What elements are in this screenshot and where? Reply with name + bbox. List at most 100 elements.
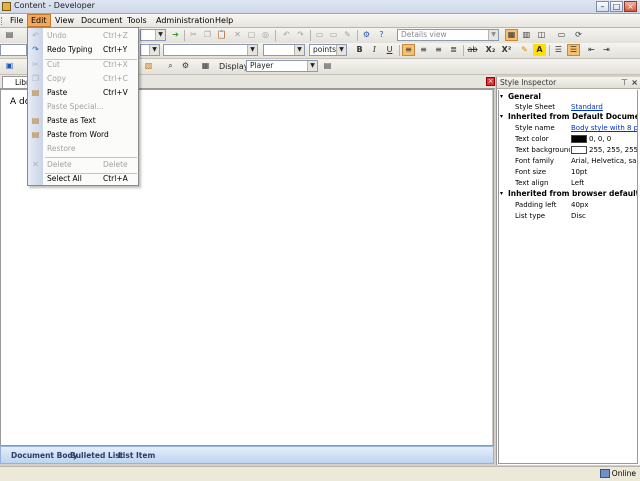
go-icon[interactable]: ➔ bbox=[169, 29, 182, 41]
insert-col-icon[interactable]: ▭ bbox=[327, 29, 340, 41]
help-icon[interactable]: ? bbox=[375, 29, 388, 41]
size-unit-combo[interactable]: points ▼ bbox=[309, 44, 347, 56]
block-combo[interactable]: ▼ bbox=[140, 44, 160, 56]
style-name-link[interactable]: Body style with 8 pixel margin bbox=[571, 123, 637, 134]
app-icon bbox=[2, 2, 11, 11]
superscript-icon[interactable]: X² bbox=[500, 44, 513, 56]
pin-icon[interactable]: ⊤ bbox=[621, 77, 628, 89]
status-bar: Online bbox=[0, 466, 640, 481]
insert-row-icon[interactable]: ▭ bbox=[313, 29, 326, 41]
collapse-icon[interactable]: ▾ bbox=[500, 112, 503, 122]
menu-bar: File Edit View Document Tools Administra… bbox=[0, 14, 640, 28]
prop-font-family: Font family Arial, Helvetica, sans-serif bbox=[515, 157, 637, 165]
window-title: Content - Developer bbox=[14, 1, 95, 10]
font-combo[interactable]: ▼ bbox=[163, 44, 258, 56]
cut-icon[interactable]: ✂ bbox=[187, 29, 200, 41]
menu-paste[interactable]: ▤ Paste Ctrl+V bbox=[28, 86, 138, 100]
paste-icon[interactable]: 📋 bbox=[215, 29, 228, 41]
indent-icon[interactable]: ⇥ bbox=[600, 44, 613, 56]
menu-paste-as-text[interactable]: ▤ Paste as Text bbox=[28, 114, 138, 128]
layout-full-icon[interactable]: ▦ bbox=[505, 29, 518, 41]
toolbar-combo-hidden[interactable]: ▼ bbox=[140, 29, 166, 41]
menu-administration[interactable]: Administration bbox=[153, 14, 218, 27]
align-right-icon[interactable]: ≡ bbox=[432, 44, 445, 56]
redo-icon[interactable]: ↷ bbox=[294, 29, 307, 41]
menu-copy[interactable]: ❐ Copy Ctrl+C bbox=[28, 72, 138, 86]
crumb-bulleted-list[interactable]: Bulleted List bbox=[70, 447, 123, 464]
window-icon[interactable]: ▭ bbox=[555, 29, 568, 41]
open-folder-icon[interactable]: ▤ bbox=[3, 29, 16, 41]
prop-padding-left: Padding left 40px bbox=[515, 201, 589, 209]
image-icon[interactable]: ▧ bbox=[142, 60, 155, 72]
menu-select-all[interactable]: Select All Ctrl+A bbox=[28, 172, 138, 186]
properties-icon[interactable]: ⚙ bbox=[360, 29, 373, 41]
highlight-icon[interactable]: ✎ bbox=[518, 44, 531, 56]
collapse-icon[interactable]: ▾ bbox=[500, 92, 503, 102]
menu-help[interactable]: Help bbox=[212, 14, 236, 27]
justify-icon[interactable]: ≣ bbox=[447, 44, 460, 56]
close-button[interactable]: × bbox=[624, 1, 637, 12]
delete-icon[interactable]: ✕ bbox=[231, 29, 244, 41]
replace-icon[interactable]: ⚙ bbox=[179, 60, 192, 72]
menu-tools[interactable]: Tools bbox=[124, 14, 150, 27]
crumb-list-item[interactable]: List Item bbox=[118, 447, 155, 464]
link-icon[interactable]: ◎ bbox=[259, 29, 272, 41]
minimize-button[interactable]: – bbox=[596, 1, 609, 12]
crumb-document-body[interactable]: Document Body bbox=[11, 447, 78, 464]
menu-paste-from-word[interactable]: ▤ Paste from Word bbox=[28, 128, 138, 142]
menu-delete[interactable]: ✕ Delete Delete bbox=[28, 158, 138, 172]
underline-icon[interactable]: U bbox=[383, 44, 396, 56]
outdent-icon[interactable]: ⇤ bbox=[585, 44, 598, 56]
delete-icon: ✕ bbox=[32, 160, 39, 169]
color-swatch bbox=[571, 146, 587, 154]
view-mode-combo[interactable]: Details view ▼ bbox=[397, 29, 499, 41]
table-icon[interactable]: ▦ bbox=[199, 60, 212, 72]
align-center-icon[interactable]: ≡ bbox=[417, 44, 430, 56]
italic-icon[interactable]: I bbox=[368, 44, 381, 56]
prop-font-size: Font size 10pt bbox=[515, 168, 588, 176]
spell-icon[interactable]: ✎ bbox=[341, 29, 354, 41]
find-icon[interactable]: ▢ bbox=[245, 29, 258, 41]
maximize-button[interactable]: □ bbox=[610, 1, 623, 12]
copy-icon[interactable]: ❐ bbox=[201, 29, 214, 41]
text-color-icon[interactable]: A bbox=[533, 44, 546, 56]
menu-cut[interactable]: ✂ Cut Ctrl+X bbox=[28, 58, 138, 72]
undo-icon[interactable]: ↶ bbox=[280, 29, 293, 41]
status-text: Online bbox=[611, 469, 636, 478]
menu-document[interactable]: Document bbox=[78, 14, 125, 27]
bulleted-list-icon[interactable]: ☰ bbox=[567, 44, 580, 56]
group-browser-defaults[interactable]: ▾ Inherited from browser defaults bbox=[499, 189, 637, 199]
group-general[interactable]: ▾ General bbox=[499, 92, 637, 102]
copy-icon: ❐ bbox=[31, 74, 40, 83]
menu-file[interactable]: File bbox=[7, 14, 26, 27]
editor-scrollbar[interactable] bbox=[492, 90, 493, 445]
close-panel-icon[interactable]: × bbox=[486, 77, 495, 86]
menu-edit[interactable]: Edit bbox=[27, 14, 51, 27]
preview-icon[interactable]: ▣ bbox=[3, 60, 16, 72]
cut-icon: ✂ bbox=[32, 60, 39, 69]
tab-library[interactable]: Libr bbox=[2, 76, 29, 88]
collapse-icon[interactable]: ▾ bbox=[500, 189, 503, 199]
menu-view[interactable]: View bbox=[52, 14, 77, 27]
numbered-list-icon[interactable]: ☰ bbox=[552, 44, 565, 56]
group-inherited-body[interactable]: ▾ Inherited from Default Document Body bbox=[499, 112, 637, 122]
player-settings-icon[interactable]: ▤ bbox=[321, 60, 334, 72]
menu-restore[interactable]: Restore bbox=[28, 142, 138, 156]
bold-icon[interactable]: B bbox=[353, 44, 366, 56]
display-combo[interactable]: Player ▼ bbox=[246, 60, 318, 72]
paste-icon: ▤ bbox=[31, 88, 40, 97]
align-left-icon[interactable]: ≡ bbox=[402, 44, 415, 56]
style-combo[interactable] bbox=[0, 44, 27, 56]
layout-columns-icon[interactable]: ◫ bbox=[535, 29, 548, 41]
strikethrough-icon[interactable]: ab bbox=[466, 44, 479, 56]
refresh-icon[interactable]: ⟳ bbox=[572, 29, 585, 41]
subscript-icon[interactable]: X₂ bbox=[484, 44, 497, 56]
binoculars-icon[interactable]: ⌕ bbox=[164, 60, 177, 72]
menu-paste-special[interactable]: Paste Special... bbox=[28, 100, 138, 114]
layout-split-icon[interactable]: ▥ bbox=[520, 29, 533, 41]
style-inspector-panel: Style Inspector ⊤ × ▾ General Style Shee… bbox=[496, 77, 640, 465]
size-combo[interactable]: ▼ bbox=[263, 44, 305, 56]
close-icon[interactable]: × bbox=[631, 77, 638, 89]
menu-undo[interactable]: ↶ Undo Ctrl+Z bbox=[28, 29, 138, 43]
menu-redo-typing[interactable]: ↷ Redo Typing Ctrl+Y bbox=[28, 43, 138, 57]
